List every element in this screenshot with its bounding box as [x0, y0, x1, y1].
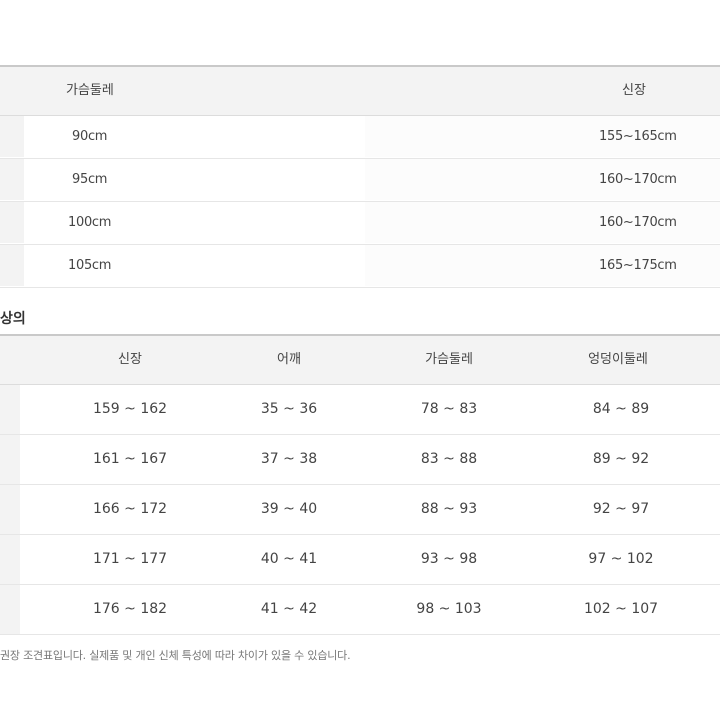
table1-cell-chest: 95cm [72, 172, 108, 187]
section-title: 상의 [0, 311, 26, 327]
table2-cell-hip: 92 ~ 97 [592, 501, 650, 517]
table2-row: 159 ~ 162 35 ~ 36 78 ~ 83 84 ~ 89 [0, 385, 720, 435]
table2-cell-shoulder: 41 ~ 42 [260, 601, 318, 617]
table1-header-row: 가슴둘레 신장 [0, 67, 720, 116]
table1-cell-height: 155~165cm [599, 129, 677, 144]
table2-header-shoulder: 어깨 [277, 352, 301, 367]
table2-cell-hip: 89 ~ 92 [592, 451, 650, 467]
table2-header-height: 신장 [118, 352, 142, 367]
table1-row: 105cm 165~175cm [0, 245, 720, 288]
table2-cell-chest: 78 ~ 83 [420, 401, 478, 417]
table2-cell-hip: 102 ~ 107 [583, 601, 659, 617]
table2-cell-height: 176 ~ 182 [92, 601, 168, 617]
table2-row: 166 ~ 172 39 ~ 40 88 ~ 93 92 ~ 97 [0, 485, 720, 535]
table2-cell-hip: 84 ~ 89 [592, 401, 650, 417]
row-lead-shade [0, 435, 20, 484]
table1-row: 100cm 160~170cm [0, 202, 720, 245]
table2-cell-chest: 88 ~ 93 [420, 501, 478, 517]
footnote-text: 권장 조견표입니다. 실제품 및 개인 신체 특성에 따라 차이가 있을 수 있… [0, 649, 351, 662]
table2-row: 161 ~ 167 37 ~ 38 83 ~ 88 89 ~ 92 [0, 435, 720, 485]
table1-cell-chest: 105cm [68, 258, 112, 273]
table1-row: 90cm 155~165cm [0, 116, 720, 159]
row-lead-shade [0, 202, 24, 243]
row-lead-shade [0, 385, 20, 434]
table2-row: 176 ~ 182 41 ~ 42 98 ~ 103 102 ~ 107 [0, 585, 720, 635]
table2-header-row: 신장 어깨 가슴둘레 엉덩이둘레 [0, 336, 720, 385]
row-lead-shade [0, 485, 20, 534]
table1-cell-height: 160~170cm [599, 172, 677, 187]
table2-cell-shoulder: 40 ~ 41 [260, 551, 318, 567]
table2-cell-chest: 83 ~ 88 [420, 451, 478, 467]
table2-cell-hip: 97 ~ 102 [588, 551, 654, 567]
table2-header-hip: 엉덩이둘레 [588, 352, 648, 367]
table2-cell-chest: 98 ~ 103 [416, 601, 482, 617]
row-lead-shade [0, 116, 24, 157]
table1-cell-chest: 90cm [72, 129, 108, 144]
table1-row: 95cm 160~170cm [0, 159, 720, 202]
row-lead-shade [0, 159, 24, 200]
table2-cell-shoulder: 39 ~ 40 [260, 501, 318, 517]
table1-cell-chest: 100cm [68, 215, 112, 230]
table1-cell-height: 165~175cm [599, 258, 677, 273]
table2-cell-height: 171 ~ 177 [92, 551, 168, 567]
table2-cell-height: 161 ~ 167 [92, 451, 168, 467]
row-lead-shade [0, 585, 20, 634]
table2-cell-chest: 93 ~ 98 [420, 551, 478, 567]
table2-cell-shoulder: 35 ~ 36 [260, 401, 318, 417]
table2-cell-height: 159 ~ 162 [92, 401, 168, 417]
table1-header-height: 신장 [622, 83, 646, 98]
table1-cell-height: 160~170cm [599, 215, 677, 230]
row-lead-shade [0, 535, 20, 584]
table2-row: 171 ~ 177 40 ~ 41 93 ~ 98 97 ~ 102 [0, 535, 720, 585]
table1-header-chest: 가슴둘레 [66, 83, 114, 98]
table2-cell-height: 166 ~ 172 [92, 501, 168, 517]
row-lead-shade [0, 245, 24, 286]
table2-header-chest: 가슴둘레 [425, 352, 473, 367]
table2-cell-shoulder: 37 ~ 38 [260, 451, 318, 467]
